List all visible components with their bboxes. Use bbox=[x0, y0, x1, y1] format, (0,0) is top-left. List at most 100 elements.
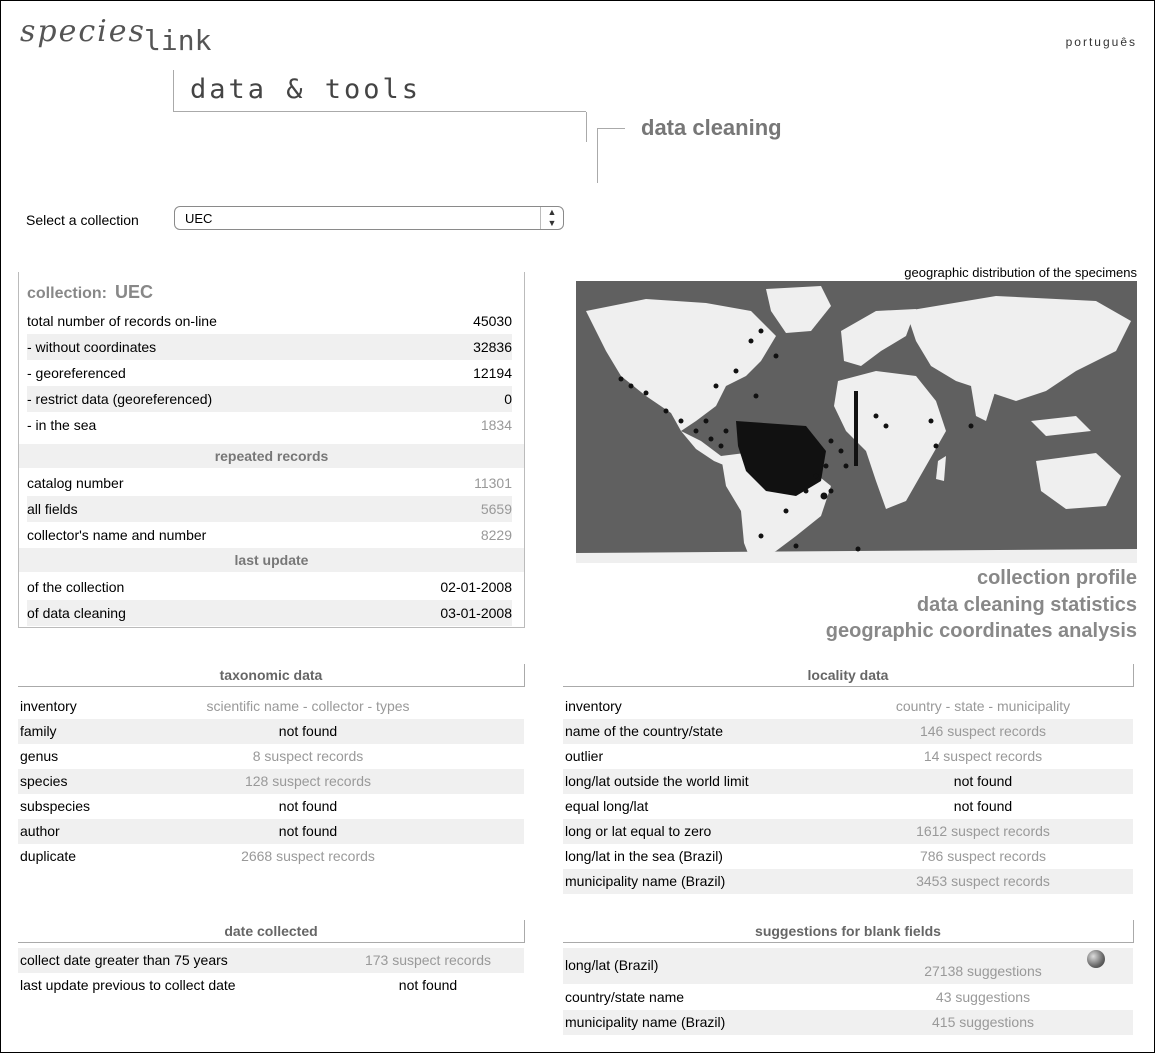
row-value[interactable]: 786 suspect records bbox=[843, 844, 1123, 869]
globe-icon[interactable] bbox=[1087, 950, 1105, 968]
row-label: name of the country/state bbox=[565, 723, 723, 739]
summary-value[interactable]: 1834 bbox=[481, 412, 512, 438]
row-label: author bbox=[20, 823, 60, 839]
row-label: subspecies bbox=[20, 798, 91, 814]
collection-label: collection: bbox=[27, 285, 108, 302]
row-value: not found bbox=[278, 723, 338, 739]
summary-value[interactable]: 8229 bbox=[481, 522, 512, 548]
geographic-coordinates-analysis-link[interactable]: geographic coordinates analysis bbox=[826, 620, 1137, 643]
collection-summary: collection: UEC total number of records o… bbox=[18, 272, 525, 628]
summary-row: of the collection 02-01-2008 bbox=[27, 574, 512, 600]
row-value: not found bbox=[398, 977, 458, 993]
row-label: equal long/lat bbox=[565, 798, 649, 814]
collection-name: UEC bbox=[115, 282, 154, 302]
section-title: data & tools bbox=[190, 74, 422, 105]
summary-label: total number of records on-line bbox=[27, 313, 217, 329]
summary-value[interactable]: 11301 bbox=[474, 470, 512, 496]
summary-value: 12194 bbox=[473, 365, 512, 381]
row-value[interactable]: 1612 suspect records bbox=[843, 819, 1123, 844]
summary-value: 02-01-2008 bbox=[440, 579, 512, 595]
row-value[interactable]: 146 suspect records bbox=[843, 719, 1123, 744]
collection-heading: collection: UEC bbox=[27, 282, 153, 303]
summary-row: - in the sea 1834 bbox=[27, 412, 512, 438]
summary-row: - restrict data (georeferenced) 0 bbox=[27, 386, 512, 412]
row-value[interactable]: 2668 suspect records bbox=[158, 844, 458, 869]
row-label: municipality name (Brazil) bbox=[565, 1014, 726, 1030]
link-logo[interactable]: link bbox=[144, 24, 211, 57]
table-row: author not found bbox=[18, 819, 524, 844]
table-row: municipality name (Brazil) 3453 suspect r… bbox=[563, 869, 1133, 894]
row-value: not found bbox=[953, 773, 1013, 789]
row-value[interactable]: 128 suspect records bbox=[158, 769, 458, 794]
row-label: last update previous to collect date bbox=[20, 977, 236, 993]
summary-label: - georeferenced bbox=[27, 365, 126, 381]
locality-data-heading: locality data bbox=[563, 664, 1134, 687]
summary-row: collector's name and number 8229 bbox=[27, 522, 512, 548]
row-label: outlier bbox=[565, 748, 604, 764]
row-value: not found bbox=[278, 823, 338, 839]
divider bbox=[173, 70, 174, 111]
table-row: long/lat in the sea (Brazil) 786 suspect … bbox=[563, 844, 1133, 869]
row-value[interactable]: scientific name - collector - types bbox=[158, 694, 458, 719]
summary-row: of data cleaning 03-01-2008 bbox=[27, 600, 512, 626]
table-row: inventory scientific name - collector - t… bbox=[18, 694, 524, 719]
collection-profile-link[interactable]: collection profile bbox=[977, 567, 1137, 590]
summary-row: - georeferenced 12194 bbox=[27, 360, 512, 386]
row-value[interactable]: 14 suspect records bbox=[843, 744, 1123, 769]
data-cleaning-statistics-link[interactable]: data cleaning statistics bbox=[917, 594, 1137, 617]
distribution-map[interactable] bbox=[576, 281, 1137, 563]
summary-label: - in the sea bbox=[27, 417, 97, 433]
table-row: long or lat equal to zero 1612 suspect re… bbox=[563, 819, 1133, 844]
world-map bbox=[576, 286, 1137, 563]
summary-label: of data cleaning bbox=[27, 605, 126, 621]
summary-value: 03-01-2008 bbox=[440, 605, 512, 621]
summary-label: - without coordinates bbox=[27, 339, 157, 355]
map-caption: geographic distribution of the specimens bbox=[904, 265, 1137, 280]
table-row: duplicate 2668 suspect records bbox=[18, 844, 524, 869]
table-row: municipality name (Brazil) 415 suggestion… bbox=[563, 1010, 1133, 1035]
table-row: last update previous to collect date not … bbox=[18, 973, 524, 998]
last-update-heading: last update bbox=[19, 548, 524, 572]
table-row: family not found bbox=[18, 719, 524, 744]
repeated-records-heading: repeated records bbox=[19, 444, 524, 468]
row-label: duplicate bbox=[20, 848, 77, 864]
row-value: not found bbox=[278, 798, 338, 814]
summary-label: all fields bbox=[27, 501, 78, 517]
row-label: long or lat equal to zero bbox=[565, 823, 712, 839]
row-label: collect date greater than 75 years bbox=[20, 952, 228, 968]
row-label: municipality name (Brazil) bbox=[565, 873, 726, 889]
table-row: inventory country - state - municipality bbox=[563, 694, 1133, 719]
row-label: long/lat (Brazil) bbox=[565, 957, 659, 973]
table-row: collect date greater than 75 years 173 su… bbox=[18, 948, 524, 973]
table-row: country/state name 43 suggestions bbox=[563, 985, 1133, 1010]
summary-row: total number of records on-line 45030 bbox=[27, 308, 512, 334]
row-label: genus bbox=[20, 748, 59, 764]
summary-row: catalog number 11301 bbox=[27, 470, 512, 496]
summary-label: catalog number bbox=[27, 475, 124, 491]
table-row: equal long/lat not found bbox=[563, 794, 1133, 819]
summary-row: all fields 5659 bbox=[27, 496, 512, 522]
row-value[interactable]: 27138 suggestions bbox=[843, 959, 1123, 984]
date-collected-heading: date collected bbox=[18, 920, 525, 943]
summary-value[interactable]: 5659 bbox=[481, 496, 512, 522]
row-value[interactable]: 3453 suspect records bbox=[843, 869, 1123, 894]
table-row: species 128 suspect records bbox=[18, 769, 524, 794]
row-value[interactable]: 8 suspect records bbox=[158, 744, 458, 769]
row-value[interactable]: country - state - municipality bbox=[843, 694, 1123, 719]
table-row: long/lat outside the world limit not foun… bbox=[563, 769, 1133, 794]
collection-select-value: UEC bbox=[185, 211, 213, 226]
row-value[interactable]: 43 suggestions bbox=[843, 985, 1123, 1010]
suggestions-heading: suggestions for blank fields bbox=[563, 920, 1134, 943]
species-logo[interactable]: species bbox=[20, 14, 146, 49]
language-link[interactable]: português bbox=[1066, 35, 1137, 49]
row-label: inventory bbox=[20, 698, 77, 714]
collection-select[interactable]: UEC ▲ ▼ bbox=[174, 206, 564, 230]
divider bbox=[586, 112, 587, 142]
summary-row: - without coordinates 32836 bbox=[27, 334, 512, 360]
row-value[interactable]: 173 suspect records bbox=[338, 948, 518, 973]
divider bbox=[597, 128, 625, 129]
summary-label: - restrict data (georeferenced) bbox=[27, 391, 213, 407]
row-value[interactable]: 415 suggestions bbox=[843, 1010, 1123, 1035]
row-label: family bbox=[20, 723, 57, 739]
row-label: inventory bbox=[565, 698, 622, 714]
